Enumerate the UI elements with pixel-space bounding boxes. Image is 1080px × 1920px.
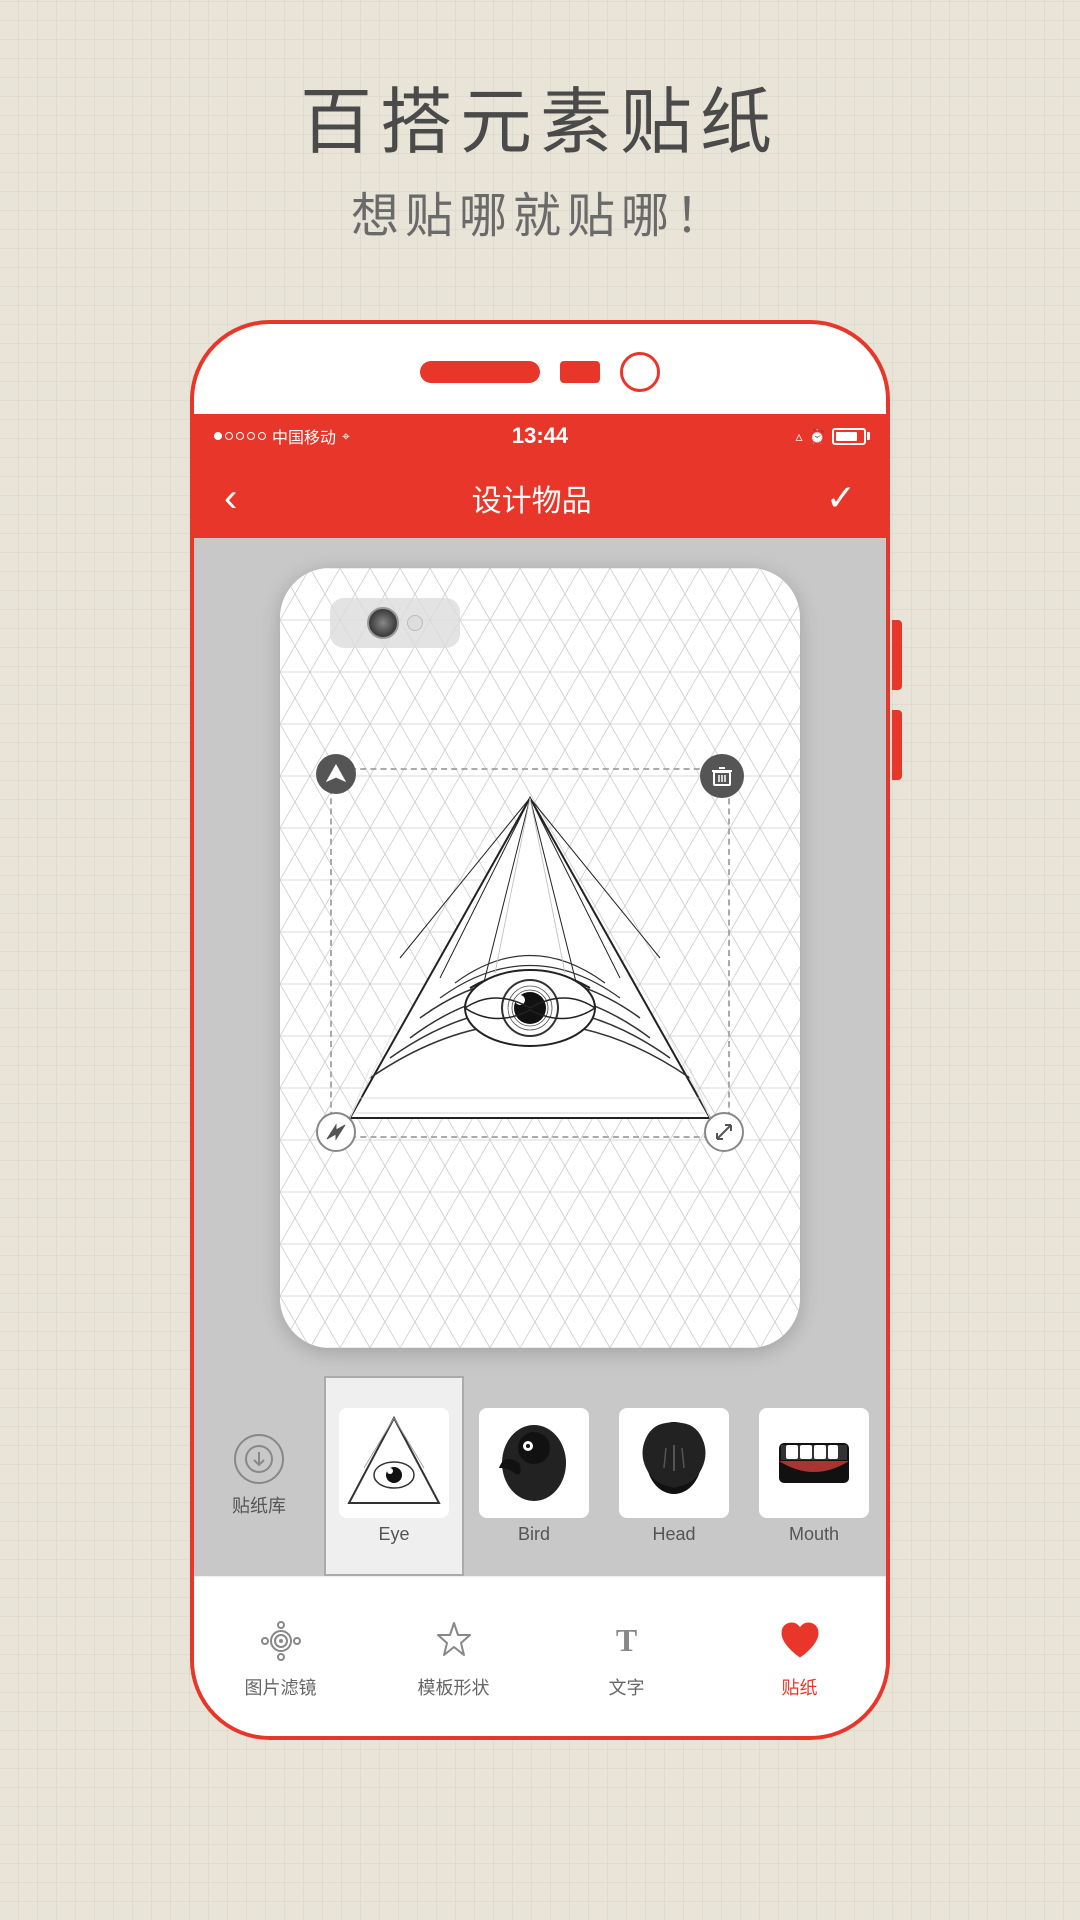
phone-front-camera (620, 352, 660, 392)
camera-bump (330, 598, 460, 648)
sticker-eye-label: Eye (378, 1524, 409, 1545)
carrier-label: 中国移动 (272, 424, 336, 448)
location-icon: ▵ (796, 428, 803, 445)
status-time: 13:44 (512, 423, 568, 449)
sticker-item-mouth[interactable]: Mouth (744, 1376, 884, 1576)
promo-section: 百搭元素贴纸 想贴哪就贴哪！ (0, 0, 1080, 286)
sticker-mouth-svg (764, 1413, 864, 1513)
toolbar-text[interactable]: T 文字 (557, 1613, 697, 1700)
sticker-tab-label: 贴纸 (782, 1674, 818, 1700)
selection-border (330, 768, 730, 1138)
camera-lens (367, 607, 399, 639)
sticker-head-svg (624, 1413, 724, 1513)
signal-dot-4 (247, 432, 255, 440)
battery-fill (836, 432, 857, 441)
sticker-mouth-label: Mouth (789, 1524, 839, 1545)
sticker-bird-label: Bird (518, 1524, 550, 1545)
phone-top-hardware (420, 352, 660, 392)
toolbar-template[interactable]: 模板形状 (384, 1613, 524, 1700)
nav-bar: ‹ 设计物品 ✓ (194, 458, 886, 538)
filter-svg (257, 1617, 305, 1665)
flip-v-icon (325, 1121, 347, 1143)
confirm-button[interactable]: ✓ (826, 477, 856, 519)
bottom-toolbar: 图片滤镜 模板形状 T 文字 (194, 1576, 886, 1736)
signal-dot-3 (236, 432, 244, 440)
star-svg (430, 1617, 478, 1665)
delete-handle[interactable] (700, 754, 744, 798)
sticker-panel: 贴纸库 (194, 1376, 886, 1576)
signal-dot-2 (225, 432, 233, 440)
nav-title: 设计物品 (472, 476, 592, 520)
canvas-area[interactable]: 贴纸库 (194, 538, 886, 1736)
heart-icon (772, 1613, 827, 1668)
text-label: 文字 (609, 1674, 645, 1700)
toolbar-filter[interactable]: 图片滤镜 (211, 1613, 351, 1700)
template-label: 模板形状 (418, 1674, 490, 1700)
volume-button (892, 710, 902, 780)
phone-mockup: 中国移动 ⌖ 13:44 ▵ ⏰ ‹ 设计物品 ✓ (190, 320, 890, 1800)
phone-outer-shell: 中国移动 ⌖ 13:44 ▵ ⏰ ‹ 设计物品 ✓ (190, 320, 890, 1740)
phone-speaker (420, 361, 540, 383)
sticker-item-eye[interactable]: Eye (324, 1376, 464, 1576)
status-bar: 中国移动 ⌖ 13:44 ▵ ⏰ (194, 414, 886, 458)
sticker-item-bird[interactable]: Bird (464, 1376, 604, 1576)
filter-label: 图片滤镜 (245, 1674, 317, 1700)
camera-flash (407, 615, 423, 631)
status-right: ▵ ⏰ (796, 428, 866, 445)
sticker-eye-svg (344, 1413, 444, 1513)
eye-sticker[interactable] (330, 768, 730, 1138)
status-left: 中国移动 ⌖ (214, 424, 350, 448)
flip-handle[interactable] (316, 754, 356, 794)
resize-icon (713, 1121, 735, 1143)
phone-mic (560, 361, 600, 383)
toolbar-sticker[interactable]: 贴纸 (730, 1613, 870, 1700)
sticker-item-head[interactable]: Head (604, 1376, 744, 1576)
power-button (892, 620, 902, 690)
sticker-mouth-img (759, 1408, 869, 1518)
sticker-eye-img (339, 1408, 449, 1518)
filter-icon (253, 1613, 308, 1668)
battery-icon (832, 428, 866, 445)
sticker-item-mouse[interactable]: Mouse (884, 1376, 890, 1576)
sticker-head-img (619, 1408, 729, 1518)
phone-case-container (280, 568, 800, 1348)
download-icon (234, 1434, 284, 1484)
sticker-bird-svg (484, 1413, 584, 1513)
signal-dots (214, 432, 266, 440)
back-button[interactable]: ‹ (224, 476, 237, 521)
trash-icon (710, 764, 734, 788)
download-svg (244, 1444, 274, 1474)
promo-title: 百搭元素贴纸 (0, 80, 1080, 166)
sticker-library-button[interactable]: 贴纸库 (194, 1376, 324, 1576)
star-icon (426, 1613, 481, 1668)
sticker-library-label: 贴纸库 (232, 1492, 286, 1518)
sticker-bird-img (479, 1408, 589, 1518)
sticker-scroll: 贴纸库 (194, 1376, 886, 1576)
text-icon: T (599, 1613, 654, 1668)
sticker-head-label: Head (652, 1524, 695, 1545)
signal-dot-5 (258, 432, 266, 440)
wifi-icon: ⌖ (342, 428, 350, 445)
alarm-icon: ⏰ (809, 428, 826, 445)
resize-handle[interactable] (704, 1112, 744, 1152)
flip-vertical-handle[interactable] (316, 1112, 356, 1152)
promo-subtitle: 想贴哪就贴哪！ (0, 176, 1080, 246)
signal-dot-1 (214, 432, 222, 440)
flip-icon (325, 763, 347, 785)
heart-svg (776, 1617, 824, 1665)
